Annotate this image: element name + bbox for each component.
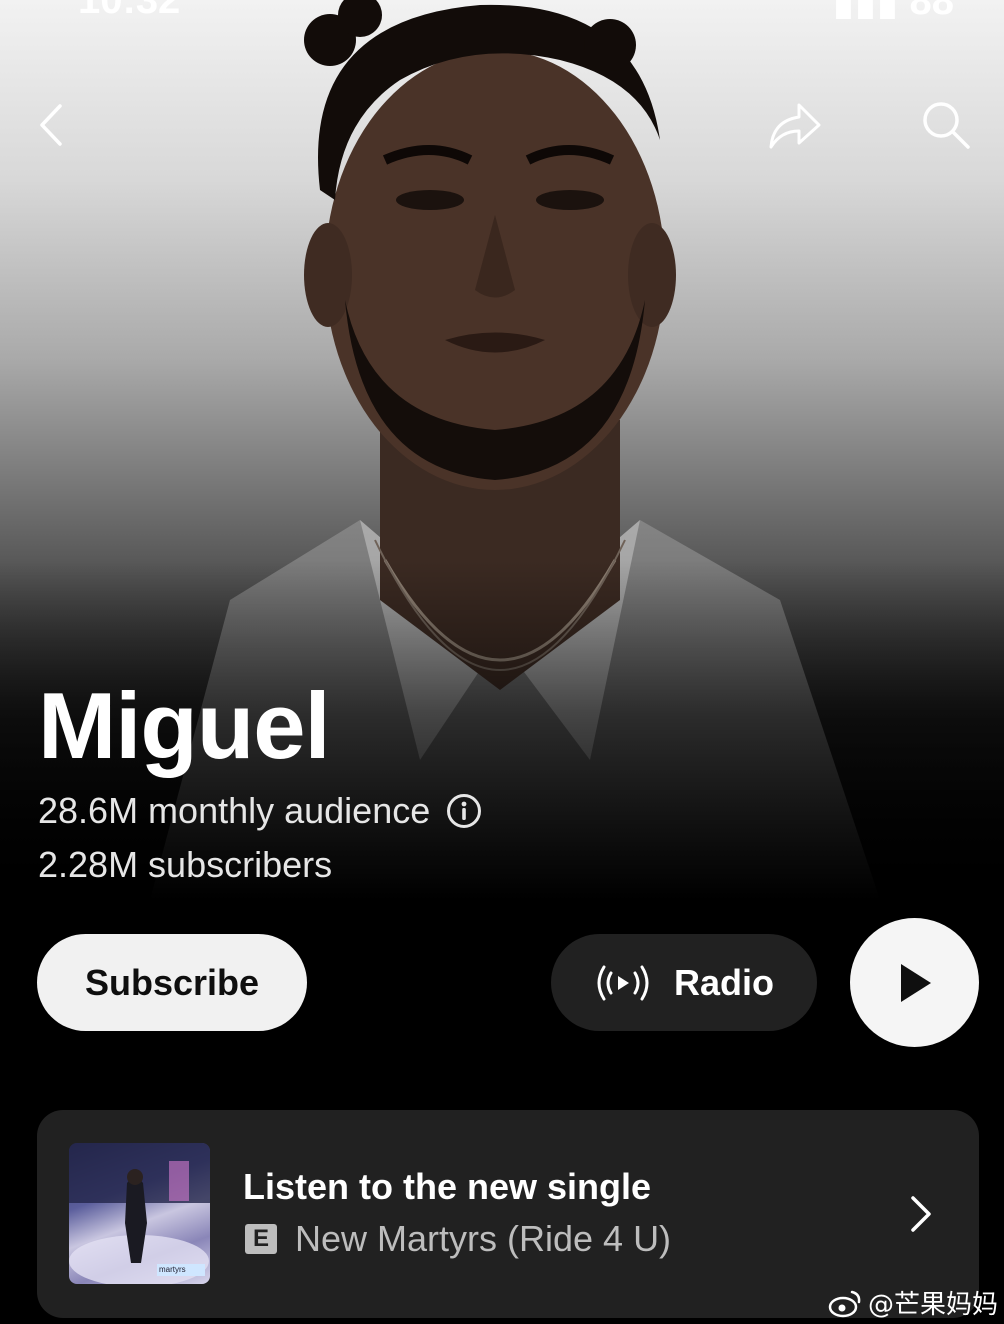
watermark: @芒果妈妈 <box>828 1284 998 1321</box>
subscribe-button[interactable]: Subscribe <box>37 934 307 1031</box>
watermark-text: @芒果妈妈 <box>868 1290 999 1320</box>
search-button[interactable] <box>916 95 976 155</box>
explicit-badge: E <box>245 1224 277 1254</box>
share-button[interactable] <box>764 95 824 155</box>
weibo-icon <box>828 1290 861 1317</box>
single-track-row: E New Martyrs (Ride 4 U) <box>245 1218 671 1260</box>
chevron-right-icon <box>911 1196 931 1232</box>
play-button[interactable] <box>850 918 979 1047</box>
back-button[interactable] <box>22 95 82 155</box>
info-icon[interactable] <box>446 793 482 829</box>
artist-page: 10:32 ▮▮▮ 88 Miguel 28.6M monthly audien… <box>0 0 1004 1324</box>
radio-broadcast-icon <box>597 965 649 1000</box>
chevron-left-icon <box>40 104 62 146</box>
status-indicators: ▮▮▮ 88 <box>832 0 954 23</box>
artist-name: Miguel <box>38 673 331 778</box>
single-artwork-label: martyrs <box>157 1264 205 1276</box>
subscriber-count: 2.28M subscribers <box>38 844 333 885</box>
monthly-audience-row: 28.6M monthly audience <box>38 790 482 832</box>
single-thumbnail: martyrs <box>69 1143 210 1284</box>
radio-button[interactable]: Radio <box>551 934 817 1031</box>
status-bar: 10:32 ▮▮▮ 88 <box>0 0 1004 23</box>
single-track-name: New Martyrs (Ride 4 U) <box>295 1218 672 1259</box>
search-icon <box>923 102 970 149</box>
single-artwork <box>69 1143 210 1284</box>
share-icon <box>769 103 821 149</box>
radio-label: Radio <box>673 961 774 1003</box>
status-time: 10:32 <box>78 0 181 22</box>
single-title: Listen to the new single <box>243 1166 652 1207</box>
monthly-audience-text: 28.6M monthly audience <box>38 790 431 831</box>
play-icon <box>900 963 931 1002</box>
